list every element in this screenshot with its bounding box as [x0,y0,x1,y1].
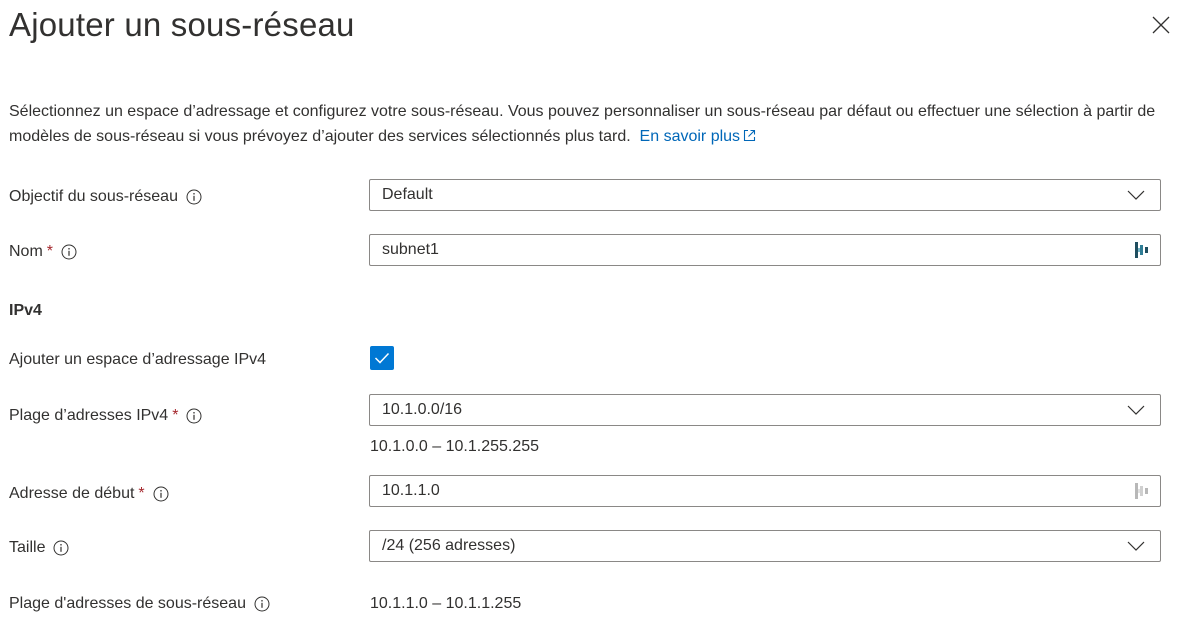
ipv4-range-text: 10.1.0.0 – 10.1.255.255 [370,438,540,455]
subnet-range-value: 10.1.1.0 – 10.1.1.255 [370,595,522,612]
ipv4-section-heading: IPv4 [9,302,42,319]
learn-more-link[interactable]: En savoir plus [640,128,757,145]
name-label-text: Nom [9,243,43,260]
ipv4-range-dropdown[interactable]: 10.1.0.0/16 [369,394,1161,426]
page-title: Ajouter un sous-réseau [9,6,355,43]
info-icon[interactable] [186,408,202,424]
chevron-down-icon [1126,185,1146,205]
add-ipv4-checkbox[interactable] [370,346,394,370]
required-mark: * [138,485,145,502]
subnet-range-label: Plage d'adresses de sous-réseau [9,593,270,615]
description: Sélectionnez un espace d’adressage et co… [9,99,1174,149]
password-manager-icon[interactable] [1132,240,1152,260]
start-address-label-text: Adresse de début [9,485,135,502]
size-label: Taille [9,537,69,559]
start-address-value: 10.1.1.0 [382,482,440,499]
name-label: Nom * [9,241,77,263]
purpose-dropdown[interactable]: Default [369,179,1161,211]
checkmark-icon [374,352,390,364]
description-text: Sélectionnez un espace d’adressage et co… [9,103,1156,145]
ipv4-range-label-text: Plage d’adresses IPv4 [9,407,169,424]
info-icon[interactable] [153,486,169,502]
start-address-label: Adresse de début * [9,483,169,505]
purpose-label: Objectif du sous-réseau [9,186,202,208]
name-input[interactable]: subnet1 [369,234,1161,266]
password-manager-icon[interactable] [1132,481,1152,501]
start-address-input[interactable]: 10.1.1.0 [369,475,1161,507]
add-ipv4-label: Ajouter un espace d’adressage IPv4 [9,349,266,371]
info-icon[interactable] [61,244,77,260]
purpose-label-text: Objectif du sous-réseau [9,188,178,205]
close-icon [1152,16,1170,34]
info-icon[interactable] [186,189,202,205]
ipv4-range-label: Plage d’adresses IPv4 * [9,405,202,427]
size-value: /24 (256 adresses) [382,537,516,554]
required-mark: * [46,243,54,260]
required-mark: * [172,407,179,424]
ipv4-range-value: 10.1.0.0/16 [382,401,463,418]
size-label-text: Taille [9,539,46,556]
subnet-range-label-text: Plage d'adresses de sous-réseau [9,595,246,612]
external-link-icon [743,129,756,142]
close-button[interactable] [1148,12,1174,38]
chevron-down-icon [1126,536,1146,556]
size-dropdown[interactable]: /24 (256 adresses) [369,530,1161,562]
purpose-value: Default [382,186,433,203]
info-icon[interactable] [53,540,69,556]
name-value: subnet1 [382,241,439,258]
learn-more-label: En savoir plus [639,128,741,145]
chevron-down-icon [1126,400,1146,420]
add-ipv4-label-text: Ajouter un espace d’adressage IPv4 [9,351,267,368]
info-icon[interactable] [254,596,270,612]
